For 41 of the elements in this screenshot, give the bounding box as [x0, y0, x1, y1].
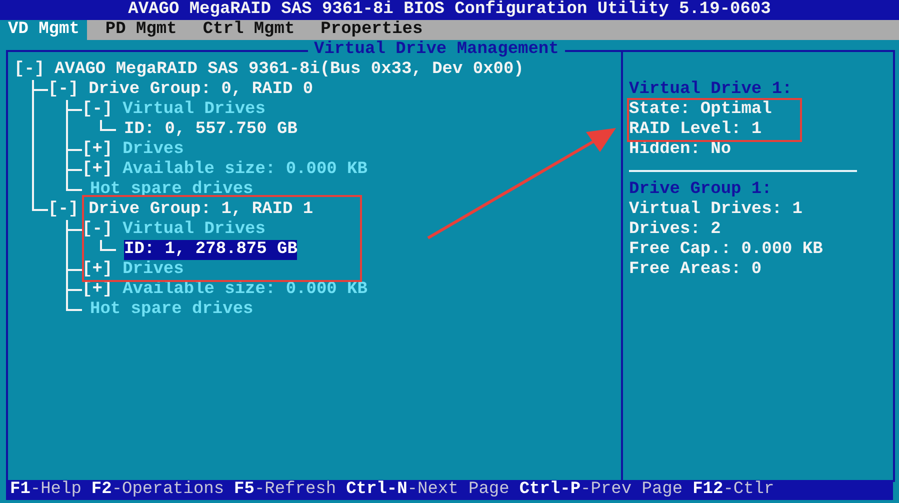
- panel-title: Virtual Drive Management: [308, 40, 565, 60]
- info-line: Virtual Drives: 1: [629, 200, 804, 220]
- info-line: Free Areas: 0: [629, 260, 763, 280]
- info-line: Free Cap.: 0.000 KB: [629, 240, 824, 260]
- info-line: State: Optimal: [629, 100, 773, 120]
- tree-item[interactable]: ID: 1, 278.875 GB: [124, 240, 298, 260]
- tree-item[interactable]: AVAGO MegaRAID SAS 9361-8i(Bus 0x33, Dev 0x00): [54, 60, 524, 80]
- expand-toggle[interactable]: [-]: [14, 60, 45, 80]
- key-hint: Ctrl-N-Next Page: [346, 480, 510, 500]
- info-line: Drives: 2: [629, 220, 722, 240]
- tree-item[interactable]: Drives: [122, 260, 184, 280]
- tab[interactable]: VD Mgmt: [0, 20, 88, 40]
- expand-toggle[interactable]: [-]: [82, 100, 113, 120]
- expand-toggle[interactable]: [+]: [82, 160, 113, 180]
- tree-item[interactable]: Available size: 0.000 KB: [122, 160, 368, 180]
- section-heading: Virtual Drive 1:: [629, 80, 794, 100]
- key-hint: F12-Ctlr: [692, 480, 774, 500]
- key-hint: F2-Operations: [91, 480, 224, 500]
- tab[interactable]: PD Mgmt: [97, 20, 185, 40]
- tree-item[interactable]: Drive Group: 0, RAID 0: [88, 80, 314, 100]
- info-line: Hidden: No: [629, 140, 732, 160]
- section-heading: Drive Group 1:: [629, 180, 773, 200]
- expand-toggle[interactable]: [+]: [82, 140, 113, 160]
- key-hint: F1-Help: [10, 480, 82, 500]
- info-line: RAID Level: 1: [629, 120, 763, 140]
- tab[interactable]: Properties: [312, 20, 431, 40]
- expand-toggle[interactable]: [-]: [82, 220, 113, 240]
- tree-item[interactable]: Hot spare drives: [90, 180, 254, 200]
- expand-toggle[interactable]: [-]: [48, 80, 79, 100]
- tree-item[interactable]: Hot spare drives: [90, 300, 254, 320]
- tree-item[interactable]: Drive Group: 1, RAID 1: [88, 200, 314, 220]
- tab[interactable]: Ctrl Mgmt: [194, 20, 303, 40]
- tree-item[interactable]: Drives: [122, 140, 184, 160]
- key-hint: F5-Refresh: [234, 480, 336, 500]
- key-hint: Ctrl-P-Prev Page: [519, 480, 683, 500]
- tree-item[interactable]: ID: 0, 557.750 GB: [124, 120, 298, 140]
- window-title: AVAGO MegaRAID SAS 9361-8i BIOS Configuration Utility 5.19-0603: [128, 0, 771, 19]
- expand-toggle[interactable]: [-]: [48, 200, 79, 220]
- tree-item[interactable]: Virtual Drives: [122, 100, 266, 120]
- tree-item[interactable]: Virtual Drives: [122, 220, 266, 240]
- expand-toggle[interactable]: [+]: [82, 260, 113, 280]
